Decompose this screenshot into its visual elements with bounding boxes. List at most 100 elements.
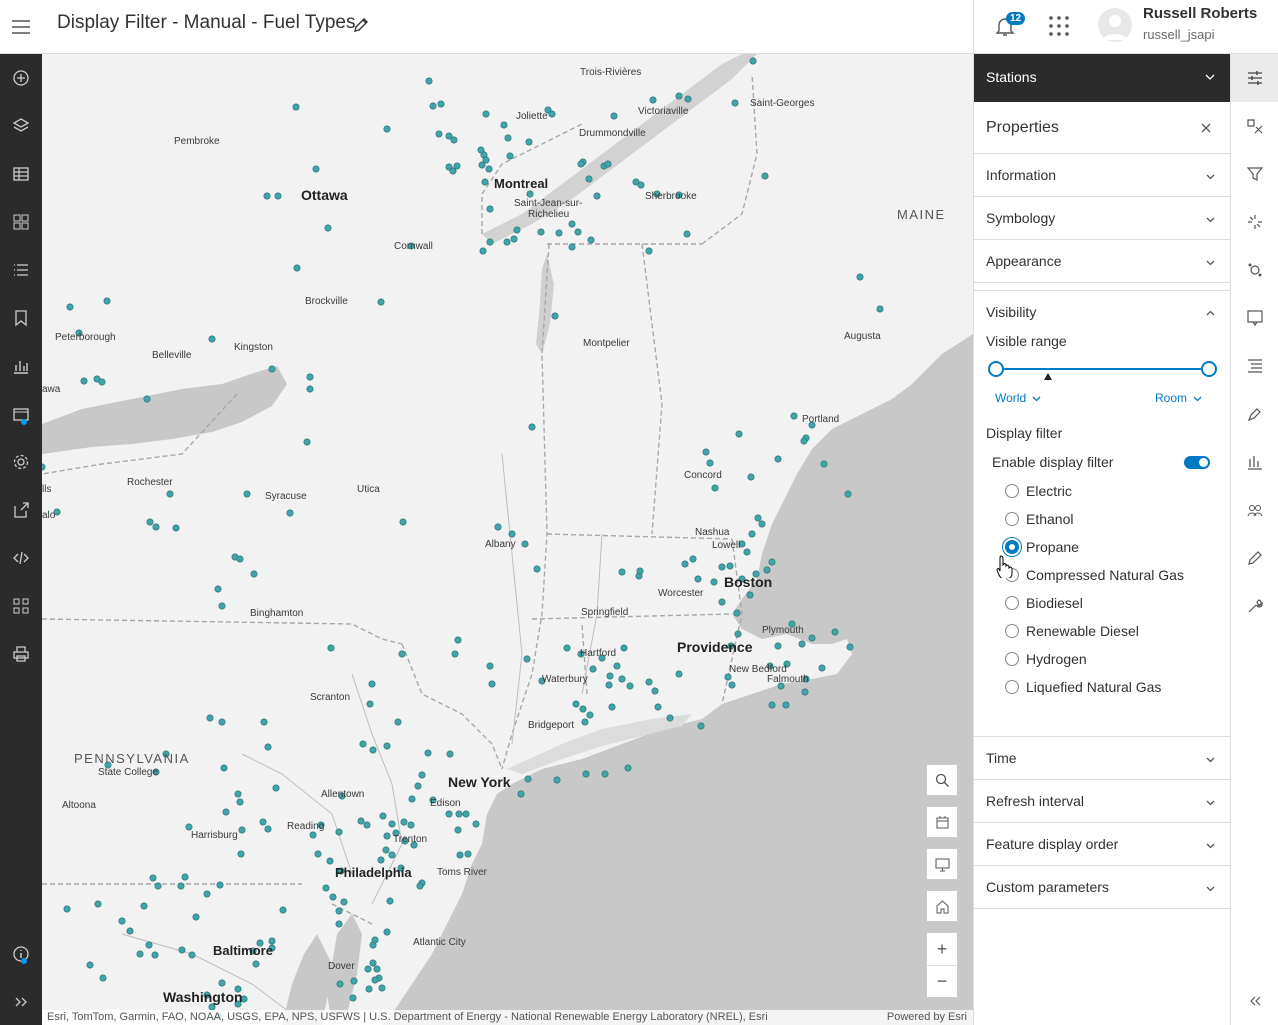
- station-point[interactable]: [416, 882, 424, 890]
- expand-icon[interactable]: [9, 990, 33, 1014]
- styles-icon[interactable]: [1231, 102, 1278, 150]
- zoom-in-button[interactable]: +: [927, 933, 957, 965]
- station-point[interactable]: [482, 156, 490, 164]
- station-point[interactable]: [728, 681, 736, 689]
- station-point[interactable]: [820, 460, 828, 468]
- station-point[interactable]: [445, 810, 453, 818]
- station-point[interactable]: [386, 897, 394, 905]
- station-point[interactable]: [454, 636, 462, 644]
- station-point[interactable]: [626, 682, 634, 690]
- station-point[interactable]: [335, 920, 343, 928]
- station-point[interactable]: [329, 893, 337, 901]
- station-point[interactable]: [528, 423, 536, 431]
- station-point[interactable]: [726, 562, 734, 570]
- station-point[interactable]: [220, 764, 228, 772]
- station-point[interactable]: [624, 764, 632, 772]
- station-point[interactable]: [94, 900, 102, 908]
- station-point[interactable]: [551, 312, 559, 320]
- section-symbology[interactable]: Symbology: [974, 197, 1230, 240]
- station-point[interactable]: [587, 236, 595, 244]
- station-point[interactable]: [589, 665, 597, 673]
- station-point[interactable]: [336, 980, 344, 988]
- radio-button[interactable]: [1005, 512, 1019, 526]
- station-point[interactable]: [451, 650, 459, 658]
- station-point[interactable]: [99, 974, 107, 982]
- station-point[interactable]: [503, 238, 511, 246]
- station-point[interactable]: [216, 881, 224, 889]
- station-point[interactable]: [645, 247, 653, 255]
- station-point[interactable]: [856, 273, 864, 281]
- station-point[interactable]: [400, 818, 408, 826]
- station-point[interactable]: [702, 448, 710, 456]
- station-point[interactable]: [399, 518, 407, 526]
- station-point[interactable]: [349, 994, 357, 1002]
- fields-icon[interactable]: [1231, 342, 1278, 390]
- station-point[interactable]: [63, 905, 71, 913]
- station-point[interactable]: [568, 243, 576, 251]
- station-point[interactable]: [486, 662, 494, 670]
- radio-option-biodiesel[interactable]: Biodiesel: [986, 589, 1218, 617]
- station-point[interactable]: [398, 650, 406, 658]
- station-point[interactable]: [303, 438, 311, 446]
- station-point[interactable]: [335, 907, 343, 915]
- station-point[interactable]: [754, 514, 762, 522]
- station-point[interactable]: [735, 430, 743, 438]
- station-point[interactable]: [368, 680, 376, 688]
- station-point[interactable]: [763, 566, 771, 574]
- radio-button[interactable]: [1005, 624, 1019, 638]
- station-point[interactable]: [606, 672, 614, 680]
- station-point[interactable]: [454, 826, 462, 834]
- station-point[interactable]: [768, 558, 776, 566]
- station-point[interactable]: [152, 523, 160, 531]
- station-point[interactable]: [418, 771, 426, 779]
- powered-by[interactable]: Powered by Esri: [887, 1010, 967, 1025]
- station-point[interactable]: [322, 884, 330, 892]
- menu-icon[interactable]: [0, 0, 42, 54]
- station-point[interactable]: [234, 790, 242, 798]
- station-point[interactable]: [388, 851, 396, 859]
- print-icon[interactable]: [9, 642, 33, 666]
- radio-option-ethanol[interactable]: Ethanol: [986, 505, 1218, 533]
- radio-button[interactable]: [1005, 680, 1019, 694]
- station-point[interactable]: [710, 578, 718, 586]
- station-point[interactable]: [306, 385, 314, 393]
- station-point[interactable]: [373, 965, 381, 973]
- station-point[interactable]: [268, 365, 276, 373]
- station-point[interactable]: [613, 662, 621, 670]
- station-point[interactable]: [494, 523, 502, 531]
- station-point[interactable]: [683, 230, 691, 238]
- radio-button[interactable]: [1005, 484, 1019, 498]
- station-point[interactable]: [749, 57, 757, 65]
- enable-display-filter-toggle[interactable]: [1184, 456, 1210, 469]
- radio-option-electric[interactable]: Electric: [986, 477, 1218, 505]
- station-point[interactable]: [525, 138, 533, 146]
- station-point[interactable]: [586, 711, 594, 719]
- station-point[interactable]: [371, 936, 379, 944]
- station-point[interactable]: [818, 664, 826, 672]
- station-point[interactable]: [377, 856, 385, 864]
- station-point[interactable]: [601, 770, 609, 778]
- station-point[interactable]: [214, 585, 222, 593]
- station-point[interactable]: [382, 846, 390, 854]
- aggregation-icon[interactable]: [1231, 246, 1278, 294]
- layer-selector[interactable]: Stations: [974, 54, 1230, 102]
- station-point[interactable]: [446, 750, 454, 758]
- station-point[interactable]: [243, 490, 251, 498]
- station-point[interactable]: [831, 628, 839, 636]
- radio-option-lng[interactable]: Liquefied Natural Gas: [986, 673, 1218, 701]
- radio-button[interactable]: [1005, 568, 1019, 582]
- share-icon[interactable]: [9, 498, 33, 522]
- station-point[interactable]: [605, 681, 613, 689]
- station-point[interactable]: [238, 826, 246, 834]
- station-point[interactable]: [733, 609, 741, 617]
- station-point[interactable]: [363, 821, 371, 829]
- station-point[interactable]: [747, 473, 755, 481]
- station-point[interactable]: [274, 192, 282, 200]
- station-point[interactable]: [366, 700, 374, 708]
- station-point[interactable]: [718, 598, 726, 606]
- section-refresh-interval[interactable]: Refresh interval: [974, 780, 1230, 823]
- station-point[interactable]: [563, 644, 571, 652]
- list-icon[interactable]: [9, 258, 33, 282]
- station-point[interactable]: [844, 490, 852, 498]
- station-point[interactable]: [306, 373, 314, 381]
